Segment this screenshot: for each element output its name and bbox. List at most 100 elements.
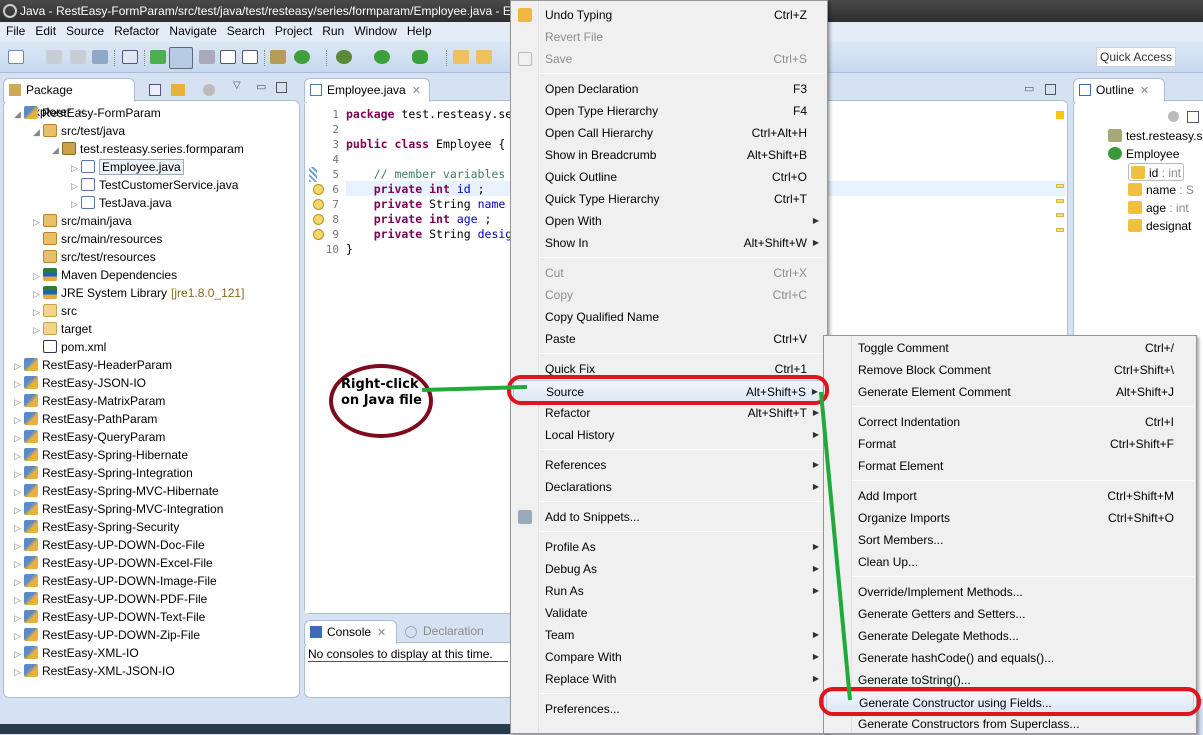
close-icon[interactable]: ✕ xyxy=(377,627,386,639)
expanded-icon[interactable]: ◢ xyxy=(52,141,62,159)
menu-item-format-element[interactable]: Format Element xyxy=(826,455,1194,477)
outline-item[interactable]: test.resteasy.s xyxy=(1108,127,1202,145)
collapsed-icon[interactable]: ▷ xyxy=(33,303,43,321)
menu-item-profile-as[interactable]: Profile As ▶ xyxy=(513,536,825,558)
outline-item[interactable]: name : S xyxy=(1128,181,1194,199)
collapsed-icon[interactable]: ▷ xyxy=(14,609,24,627)
collapsed-icon[interactable]: ▷ xyxy=(33,321,43,339)
menu-item-add-import[interactable]: Add Import Ctrl+Shift+M xyxy=(826,485,1194,507)
open-folder-icon[interactable] xyxy=(476,50,492,64)
tree-item[interactable]: ▷ src xyxy=(33,302,77,320)
menu-item-quick-outline[interactable]: Quick Outline Ctrl+O xyxy=(513,166,825,188)
collapsed-icon[interactable]: ▷ xyxy=(14,375,24,393)
open-project-icon[interactable] xyxy=(453,50,469,64)
menu-item-undo-typing[interactable]: Undo Typing Ctrl+Z xyxy=(513,4,825,26)
collapsed-icon[interactable]: ▷ xyxy=(33,213,43,231)
tree-item[interactable]: src/test/resources xyxy=(33,248,156,266)
show-whitespace-icon[interactable] xyxy=(220,50,236,64)
menu-navigate[interactable]: Navigate xyxy=(164,22,221,41)
menu-item-open-type-hierarchy[interactable]: Open Type Hierarchy F4 xyxy=(513,100,825,122)
menu-item-refactor[interactable]: Refactor Alt+Shift+T ▶ xyxy=(513,402,825,424)
menu-item-run-as[interactable]: Run As ▶ xyxy=(513,580,825,602)
collapsed-icon[interactable]: ▷ xyxy=(14,357,24,375)
menu-window[interactable]: Window xyxy=(349,22,402,41)
collapsed-icon[interactable]: ▷ xyxy=(14,483,24,501)
tree-item[interactable]: ▷ RestEasy-Spring-MVC-Hibernate xyxy=(14,482,219,500)
save-icon[interactable] xyxy=(46,50,62,64)
menu-edit[interactable]: Edit xyxy=(30,22,61,41)
menu-help[interactable]: Help xyxy=(402,22,437,41)
editor-maximize-icon[interactable] xyxy=(1045,84,1056,95)
menu-search[interactable]: Search xyxy=(222,22,270,41)
collapsed-icon[interactable]: ▷ xyxy=(14,663,24,681)
tree-item[interactable]: ▷ RestEasy-XML-IO xyxy=(14,644,139,662)
collapsed-icon[interactable]: ▷ xyxy=(14,465,24,483)
tree-item[interactable]: ▷ RestEasy-UP-DOWN-Text-File xyxy=(14,608,205,626)
tree-item[interactable]: ▷ RestEasy-XML-JSON-IO xyxy=(14,662,175,680)
tree-item[interactable]: ▷ RestEasy-Spring-Hibernate xyxy=(14,446,188,464)
toggle-mark-occurrences-icon[interactable] xyxy=(169,47,193,69)
menu-run[interactable]: Run xyxy=(317,22,349,41)
tree-item[interactable]: ▷ RestEasy-UP-DOWN-PDF-File xyxy=(14,590,207,608)
toggle-block-selection-icon[interactable] xyxy=(199,50,215,64)
tree-item[interactable]: ◢ test.resteasy.series.formparam xyxy=(52,140,244,158)
menu-item-open-with[interactable]: Open With ▶ xyxy=(513,210,825,232)
tree-item[interactable]: ▷ RestEasy-UP-DOWN-Excel-File xyxy=(14,554,213,572)
collapsed-icon[interactable]: ▷ xyxy=(14,627,24,645)
menu-source[interactable]: Source xyxy=(61,22,109,41)
outline-filter-icon[interactable] xyxy=(1168,111,1179,122)
new-package-icon[interactable] xyxy=(270,50,286,64)
menu-item-add-to-snippets[interactable]: Add to Snippets... xyxy=(513,506,825,528)
collapsed-icon[interactable]: ▷ xyxy=(14,573,24,591)
tree-item[interactable]: ▷ RestEasy-JSON-IO xyxy=(14,374,146,392)
close-icon[interactable]: ✕ xyxy=(412,85,421,97)
menu-file[interactable]: File xyxy=(0,22,30,41)
menu-item-remove-block-comment[interactable]: Remove Block Comment Ctrl+Shift+\ xyxy=(826,359,1194,381)
menu-item-paste[interactable]: Paste Ctrl+V xyxy=(513,328,825,350)
menu-item-replace-with[interactable]: Replace With ▶ xyxy=(513,668,825,690)
menu-item-generate-constructors-from-superclass[interactable]: Generate Constructors from Superclass... xyxy=(826,713,1194,735)
menu-item-open-declaration[interactable]: Open Declaration F3 xyxy=(513,78,825,100)
overview-marker[interactable] xyxy=(1056,199,1064,203)
menu-item-generate-delegate-methods[interactable]: Generate Delegate Methods... xyxy=(826,625,1194,647)
filters-icon[interactable] xyxy=(203,84,215,96)
collapsed-icon[interactable]: ▷ xyxy=(14,591,24,609)
menu-item-show-in[interactable]: Show In Alt+Shift+W ▶ xyxy=(513,232,825,254)
collapsed-icon[interactable]: ▷ xyxy=(14,447,24,465)
collapsed-icon[interactable]: ▷ xyxy=(14,429,24,447)
tree-item[interactable]: ▷ Maven Dependencies xyxy=(33,266,177,284)
tree-item[interactable]: ▷ src/main/java xyxy=(33,212,132,230)
collapse-all-icon[interactable] xyxy=(149,84,161,96)
menu-item-team[interactable]: Team ▶ xyxy=(513,624,825,646)
skip-breakpoints-icon[interactable] xyxy=(122,50,138,64)
menu-item-quick-type-hierarchy[interactable]: Quick Type Hierarchy Ctrl+T xyxy=(513,188,825,210)
tab-outline[interactable]: Outline ✕ xyxy=(1073,78,1165,102)
menu-item-preferences[interactable]: Preferences... xyxy=(513,698,825,720)
tree-item[interactable]: ▷ JRE System Library [jre1.8.0_121] xyxy=(33,284,244,302)
outline-item[interactable]: designat xyxy=(1128,217,1191,235)
minimize-icon[interactable]: ▭ xyxy=(256,80,266,93)
menu-item-organize-imports[interactable]: Organize Imports Ctrl+Shift+O xyxy=(826,507,1194,529)
collapsed-icon[interactable]: ▷ xyxy=(14,645,24,663)
tab-console[interactable]: Console ✕ xyxy=(304,620,397,644)
tree-item[interactable]: ▷ RestEasy-PathParam xyxy=(14,410,157,428)
menu-item-override-implement-methods[interactable]: Override/Implement Methods... xyxy=(826,581,1194,603)
overview-warning-marker[interactable] xyxy=(1056,111,1064,119)
collapsed-icon[interactable]: ▷ xyxy=(71,177,81,195)
collapsed-icon[interactable]: ▷ xyxy=(33,285,43,303)
tree-item[interactable]: ▷ RestEasy-Spring-Security xyxy=(14,518,179,536)
expanded-icon[interactable]: ◢ xyxy=(33,123,43,141)
link-with-editor-icon[interactable] xyxy=(171,84,185,96)
save-all-icon[interactable] xyxy=(70,50,86,64)
view-menu-icon[interactable]: ▽ xyxy=(233,80,241,91)
tree-item[interactable]: ▷ RestEasy-MatrixParam xyxy=(14,392,165,410)
collapsed-icon[interactable]: ▷ xyxy=(71,159,81,177)
quickfix-warning-icon[interactable] xyxy=(313,199,324,210)
menu-item-copy[interactable]: Copy Ctrl+C xyxy=(513,284,825,306)
menu-item-open-call-hierarchy[interactable]: Open Call Hierarchy Ctrl+Alt+H xyxy=(513,122,825,144)
collapsed-icon[interactable]: ▷ xyxy=(33,267,43,285)
tab-package-explorer[interactable]: Package Explorer ✕ xyxy=(3,78,135,119)
tree-item[interactable]: ▷ RestEasy-Spring-MVC-Integration xyxy=(14,500,223,518)
menu-item-local-history[interactable]: Local History ▶ xyxy=(513,424,825,446)
outline-item[interactable]: id : int xyxy=(1128,163,1185,181)
